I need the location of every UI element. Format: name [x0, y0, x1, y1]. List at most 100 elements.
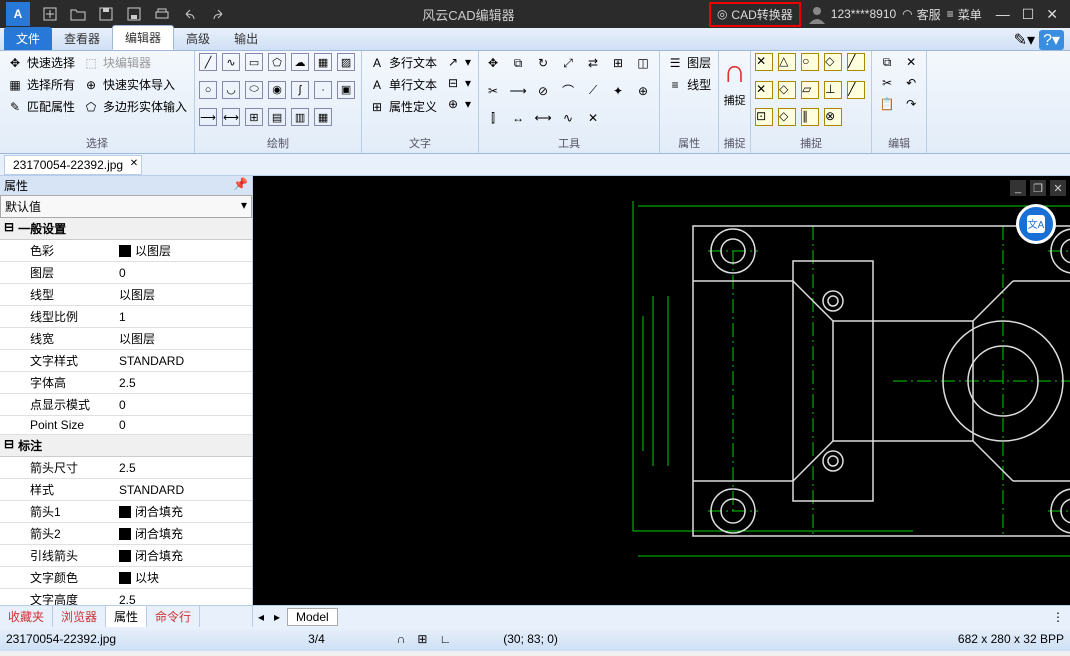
layout-menu[interactable]: ⋮ — [1052, 610, 1064, 624]
save-icon[interactable] — [96, 4, 116, 24]
close-button[interactable]: ✕ — [1046, 6, 1058, 23]
fillet-tool[interactable]: ⌒ — [558, 81, 578, 101]
edit-cut[interactable]: ✂ — [876, 74, 898, 92]
snap-ext[interactable]: ◇ — [778, 81, 796, 99]
polygon-tool[interactable]: ⬠ — [268, 53, 286, 71]
edit-copy[interactable]: ⧉ — [876, 53, 898, 71]
xline-tool[interactable]: ⟷ — [222, 108, 240, 126]
tolerance-tool[interactable]: ⊕▾ — [442, 95, 474, 113]
quick-select[interactable]: ✥快速选择 — [4, 53, 78, 72]
pin-icon[interactable]: 📌 — [233, 177, 248, 194]
select-all[interactable]: ▦选择所有 — [4, 75, 78, 94]
property-row[interactable]: 引线箭头闭合填充 — [0, 545, 252, 567]
rotate-tool[interactable]: ↻ — [533, 53, 553, 73]
property-row[interactable]: 文字高度2.5 — [0, 589, 252, 605]
snap-app[interactable]: ◇ — [778, 108, 796, 126]
tab-file[interactable]: 文件 — [4, 27, 52, 50]
translate-button[interactable]: 文A — [1016, 204, 1056, 244]
property-row[interactable]: 色彩以图层 — [0, 240, 252, 262]
layer-button[interactable]: ☰图层 — [664, 53, 714, 72]
lengthen-tool[interactable]: ⟷ — [533, 108, 553, 128]
snap-perp[interactable]: ⊥ — [824, 81, 842, 99]
snap-node[interactable]: ◇ — [824, 53, 842, 71]
explode-tool[interactable]: ✦ — [608, 81, 628, 101]
snap-tan[interactable]: ╱ — [847, 81, 865, 99]
line-tool[interactable]: ╱ — [199, 53, 217, 71]
leader-tool[interactable]: ↗▾ — [442, 53, 474, 71]
open-icon[interactable] — [68, 4, 88, 24]
tab-editor[interactable]: 编辑器 — [112, 25, 174, 50]
property-row[interactable]: 箭头1闭合填充 — [0, 501, 252, 523]
file-tab-active[interactable]: 23170054-22392.jpg ✕ — [4, 155, 142, 175]
property-row[interactable]: 图层0 — [0, 262, 252, 284]
menu-button[interactable]: ≡ 菜单 — [947, 6, 982, 23]
brush-icon[interactable]: ✎▾ — [1014, 30, 1035, 50]
erase-tool[interactable]: ✕ — [583, 108, 603, 128]
arc-tool[interactable]: ◡ — [222, 81, 240, 99]
tab-viewer[interactable]: 查看器 — [52, 27, 112, 50]
align-tool[interactable]: ⫿ — [483, 108, 503, 128]
property-row[interactable]: 箭头尺寸2.5 — [0, 457, 252, 479]
canvas-restore[interactable]: ❐ — [1030, 180, 1046, 196]
snap-none[interactable]: ⊗ — [824, 108, 842, 126]
property-row[interactable]: 样式STANDARD — [0, 479, 252, 501]
mirror-tool[interactable]: ⇄ — [583, 53, 603, 73]
stretch-tool[interactable]: ↔ — [508, 108, 528, 128]
undo-icon[interactable] — [180, 4, 200, 24]
rect-tool[interactable]: ▭ — [245, 53, 263, 71]
cloud-tool[interactable]: ☁ — [291, 53, 309, 71]
default-dropdown[interactable]: 默认值 ▾ — [0, 195, 252, 218]
snap-int[interactable]: ✕ — [755, 81, 773, 99]
property-row[interactable]: Point Size0 — [0, 416, 252, 435]
tab-output[interactable]: 输出 — [222, 27, 270, 50]
polyline-tool[interactable]: ∿ — [222, 53, 240, 71]
scale-tool[interactable]: ⤢ — [558, 53, 578, 73]
tab-favorites[interactable]: 收藏夹 — [0, 606, 53, 627]
chamfer-tool[interactable]: ⟋ — [583, 81, 603, 101]
print-icon[interactable] — [152, 4, 172, 24]
support-button[interactable]: ◠ 客服 — [902, 6, 941, 23]
model-tab[interactable]: Model — [287, 608, 338, 626]
property-row[interactable]: 点显示模式0 — [0, 394, 252, 416]
section-annot[interactable]: ⊟标注 — [0, 435, 252, 457]
attrdef[interactable]: ⊞属性定义 — [366, 97, 440, 116]
new-icon[interactable] — [40, 4, 60, 24]
maximize-button[interactable]: ☐ — [1022, 6, 1035, 23]
hatch-tool[interactable]: ▨ — [337, 53, 355, 71]
model-next[interactable]: ▸ — [269, 610, 285, 624]
canvas-min[interactable]: _ — [1010, 180, 1026, 196]
snap-quad[interactable]: ╱ — [847, 53, 865, 71]
snap-toggle[interactable]: ∩ — [397, 632, 406, 646]
join-tool[interactable]: ⊕ — [633, 81, 653, 101]
cad-converter-button[interactable]: ◎ CAD转换器 — [709, 2, 801, 27]
wipeout-tool[interactable]: ▥ — [291, 108, 309, 126]
array-tool[interactable]: ⊞ — [608, 53, 628, 73]
model-prev[interactable]: ◂ — [253, 610, 269, 624]
property-row[interactable]: 文字颜色以块 — [0, 567, 252, 589]
section-general[interactable]: ⊟一般设置 — [0, 218, 252, 240]
tab-properties[interactable]: 属性 — [106, 606, 147, 627]
donut-tool[interactable]: ◉ — [268, 81, 286, 99]
tab-browser[interactable]: 浏览器 — [53, 606, 106, 627]
grid-toggle[interactable]: ⊞ — [417, 632, 427, 646]
snap-cen[interactable]: ○ — [801, 53, 819, 71]
user-area[interactable]: 123****8910 — [807, 4, 896, 24]
properties-list[interactable]: ⊟一般设置 色彩以图层图层0线型以图层线型比例1线宽以图层文字样式STANDAR… — [0, 218, 252, 605]
move-tool[interactable]: ✥ — [483, 53, 503, 73]
pedit-tool[interactable]: ∿ — [558, 108, 578, 128]
poly-solid[interactable]: ⬠多边形实体输入 — [80, 97, 190, 116]
match-props[interactable]: ✎匹配属性 — [4, 97, 78, 116]
boundary-tool[interactable]: ▤ — [268, 108, 286, 126]
tab-commandline[interactable]: 命令行 — [147, 606, 200, 627]
singletext[interactable]: A单行文本 — [366, 75, 440, 94]
copy-tool[interactable]: ⧉ — [508, 53, 528, 73]
edit-paste[interactable]: 📋 — [876, 95, 898, 113]
snap-mid[interactable]: △ — [778, 53, 796, 71]
ortho-toggle[interactable]: ∟ — [439, 632, 451, 646]
circle-tool[interactable]: ○ — [199, 81, 217, 99]
offset-tool[interactable]: ◫ — [633, 53, 653, 73]
close-file-icon[interactable]: ✕ — [130, 158, 138, 169]
point-tool[interactable]: · — [314, 81, 332, 99]
property-row[interactable]: 线宽以图层 — [0, 328, 252, 350]
redo-icon[interactable] — [208, 4, 228, 24]
